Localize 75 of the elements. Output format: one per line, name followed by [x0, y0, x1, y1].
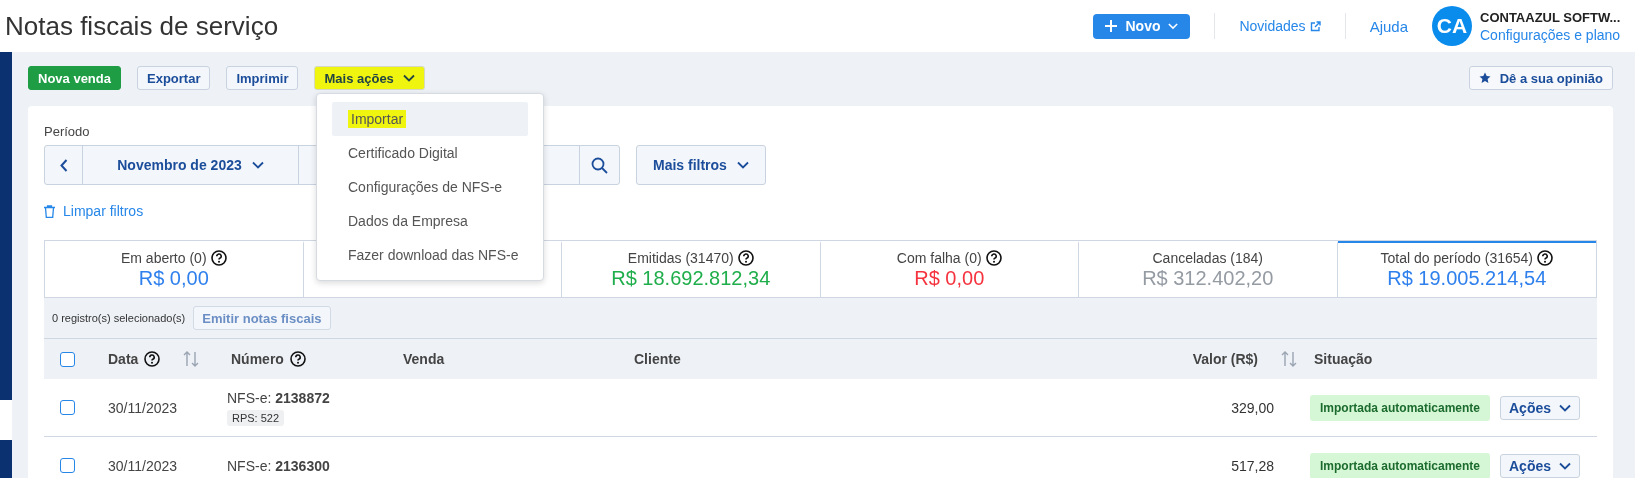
toolbar-button[interactable]: Mais ações — [314, 66, 425, 90]
period-label: Período — [44, 124, 90, 139]
invoice-number: NFS-e: 2138872 — [227, 389, 330, 406]
card-label: Em aberto (0) — [120, 250, 207, 266]
chevron-down-icon — [251, 161, 264, 169]
value-cell-text: 517,28 — [1230, 457, 1275, 474]
actions-button[interactable]: Ações — [1500, 453, 1581, 478]
card-label: Canceladas (184) — [1152, 250, 1263, 266]
page-title: Notas fiscais de serviço — [5, 10, 280, 42]
menu-item[interactable]: Configurações de NFS-e — [332, 170, 528, 204]
date-cell-text: 30/11/2023 — [107, 457, 179, 474]
help-icon — [737, 250, 754, 266]
help-icon — [210, 250, 227, 266]
status-tag: Importada automaticamente — [1310, 452, 1491, 478]
invoice-number: NFS-e: 2136300 — [227, 457, 330, 474]
header-link[interactable]: Ajuda — [1345, 17, 1432, 35]
select-all-checkbox[interactable] — [60, 351, 75, 367]
header-link[interactable]: Novidades — [1215, 18, 1345, 34]
help-icon — [289, 351, 306, 367]
help-icon — [1537, 250, 1554, 266]
new-button[interactable]: Novo — [1093, 13, 1191, 39]
summary-card[interactable]: Canceladas (184) R$ 312.402,20 — [1079, 241, 1338, 297]
card-value: R$ 19.005.214,54 — [1387, 267, 1547, 290]
star-icon — [1478, 72, 1491, 84]
chevron-left-icon — [59, 158, 68, 172]
card-value: R$ 0,00 — [138, 267, 209, 290]
card-value: R$ 18.692.812,34 — [611, 267, 771, 290]
chevron-down-icon — [1168, 22, 1179, 30]
column-header: Número — [231, 351, 284, 367]
chevron-down-icon — [1559, 461, 1572, 470]
rps-tag: RPS: 522 — [227, 409, 285, 426]
help-icon — [985, 250, 1002, 266]
chevron-down-icon — [402, 74, 415, 82]
search-icon — [591, 156, 608, 174]
column-header: Data — [108, 351, 139, 367]
column-header: Situação — [1314, 351, 1373, 367]
summary-card[interactable]: Em aberto (0) R$ 0,00 — [45, 241, 304, 297]
feedback-button[interactable]: Dê a sua opinião — [1468, 66, 1613, 90]
summary-card[interactable]: Emitidas (31470) R$ 18.692.812,34 — [562, 241, 821, 297]
sort-icon[interactable] — [182, 350, 201, 368]
actions-button[interactable]: Ações — [1500, 395, 1581, 420]
card-label: Total do período (31654) — [1380, 250, 1534, 266]
value-cell-text: 329,00 — [1230, 399, 1275, 416]
trash-icon — [44, 204, 55, 218]
column-header: Venda — [403, 351, 445, 367]
row-checkbox[interactable] — [60, 400, 75, 415]
card-value: R$ 312.402,20 — [1142, 267, 1274, 290]
external-link-icon — [1309, 20, 1321, 32]
status-tag: Importada automaticamente — [1310, 394, 1491, 421]
menu-item[interactable]: Dados da Empresa — [332, 204, 528, 238]
toolbar-button[interactable]: Nova venda — [28, 66, 121, 90]
card-value: R$ 0,00 — [914, 267, 985, 290]
company-name: CONTAAZUL SOFTW... — [1480, 9, 1622, 25]
plus-icon — [1105, 20, 1118, 32]
card-label: Emitidas (31470) — [627, 250, 734, 266]
date-cell-text: 30/11/2023 — [107, 399, 179, 416]
settings-link[interactable]: Configurações e plano — [1480, 26, 1635, 43]
sort-icon[interactable] — [1280, 350, 1298, 368]
more-filters-button[interactable]: Mais filtros — [636, 145, 766, 185]
chevron-down-icon — [1559, 403, 1572, 412]
menu-item[interactable]: Fazer download das NFS-e — [332, 238, 528, 272]
menu-item[interactable]: Certificado Digital — [332, 136, 528, 170]
chevron-down-icon — [736, 161, 749, 169]
menu-item[interactable]: Importar — [332, 102, 528, 136]
toolbar-button[interactable]: Imprimir — [226, 66, 299, 90]
row-checkbox[interactable] — [60, 458, 75, 473]
column-header: Cliente — [634, 351, 681, 367]
user-avatar[interactable]: CA — [1432, 6, 1472, 46]
help-icon — [144, 351, 161, 367]
selection-count: 0 registro(s) selecionado(s) — [52, 312, 186, 324]
column-header: Valor (R$) — [1192, 351, 1258, 367]
toolbar-button[interactable]: Exportar — [137, 66, 211, 90]
summary-card[interactable]: Com falha (0) R$ 0,00 — [820, 241, 1079, 297]
card-label: Com falha (0) — [896, 250, 982, 266]
period-dropdown[interactable]: Novembro de 2023 — [83, 146, 299, 184]
